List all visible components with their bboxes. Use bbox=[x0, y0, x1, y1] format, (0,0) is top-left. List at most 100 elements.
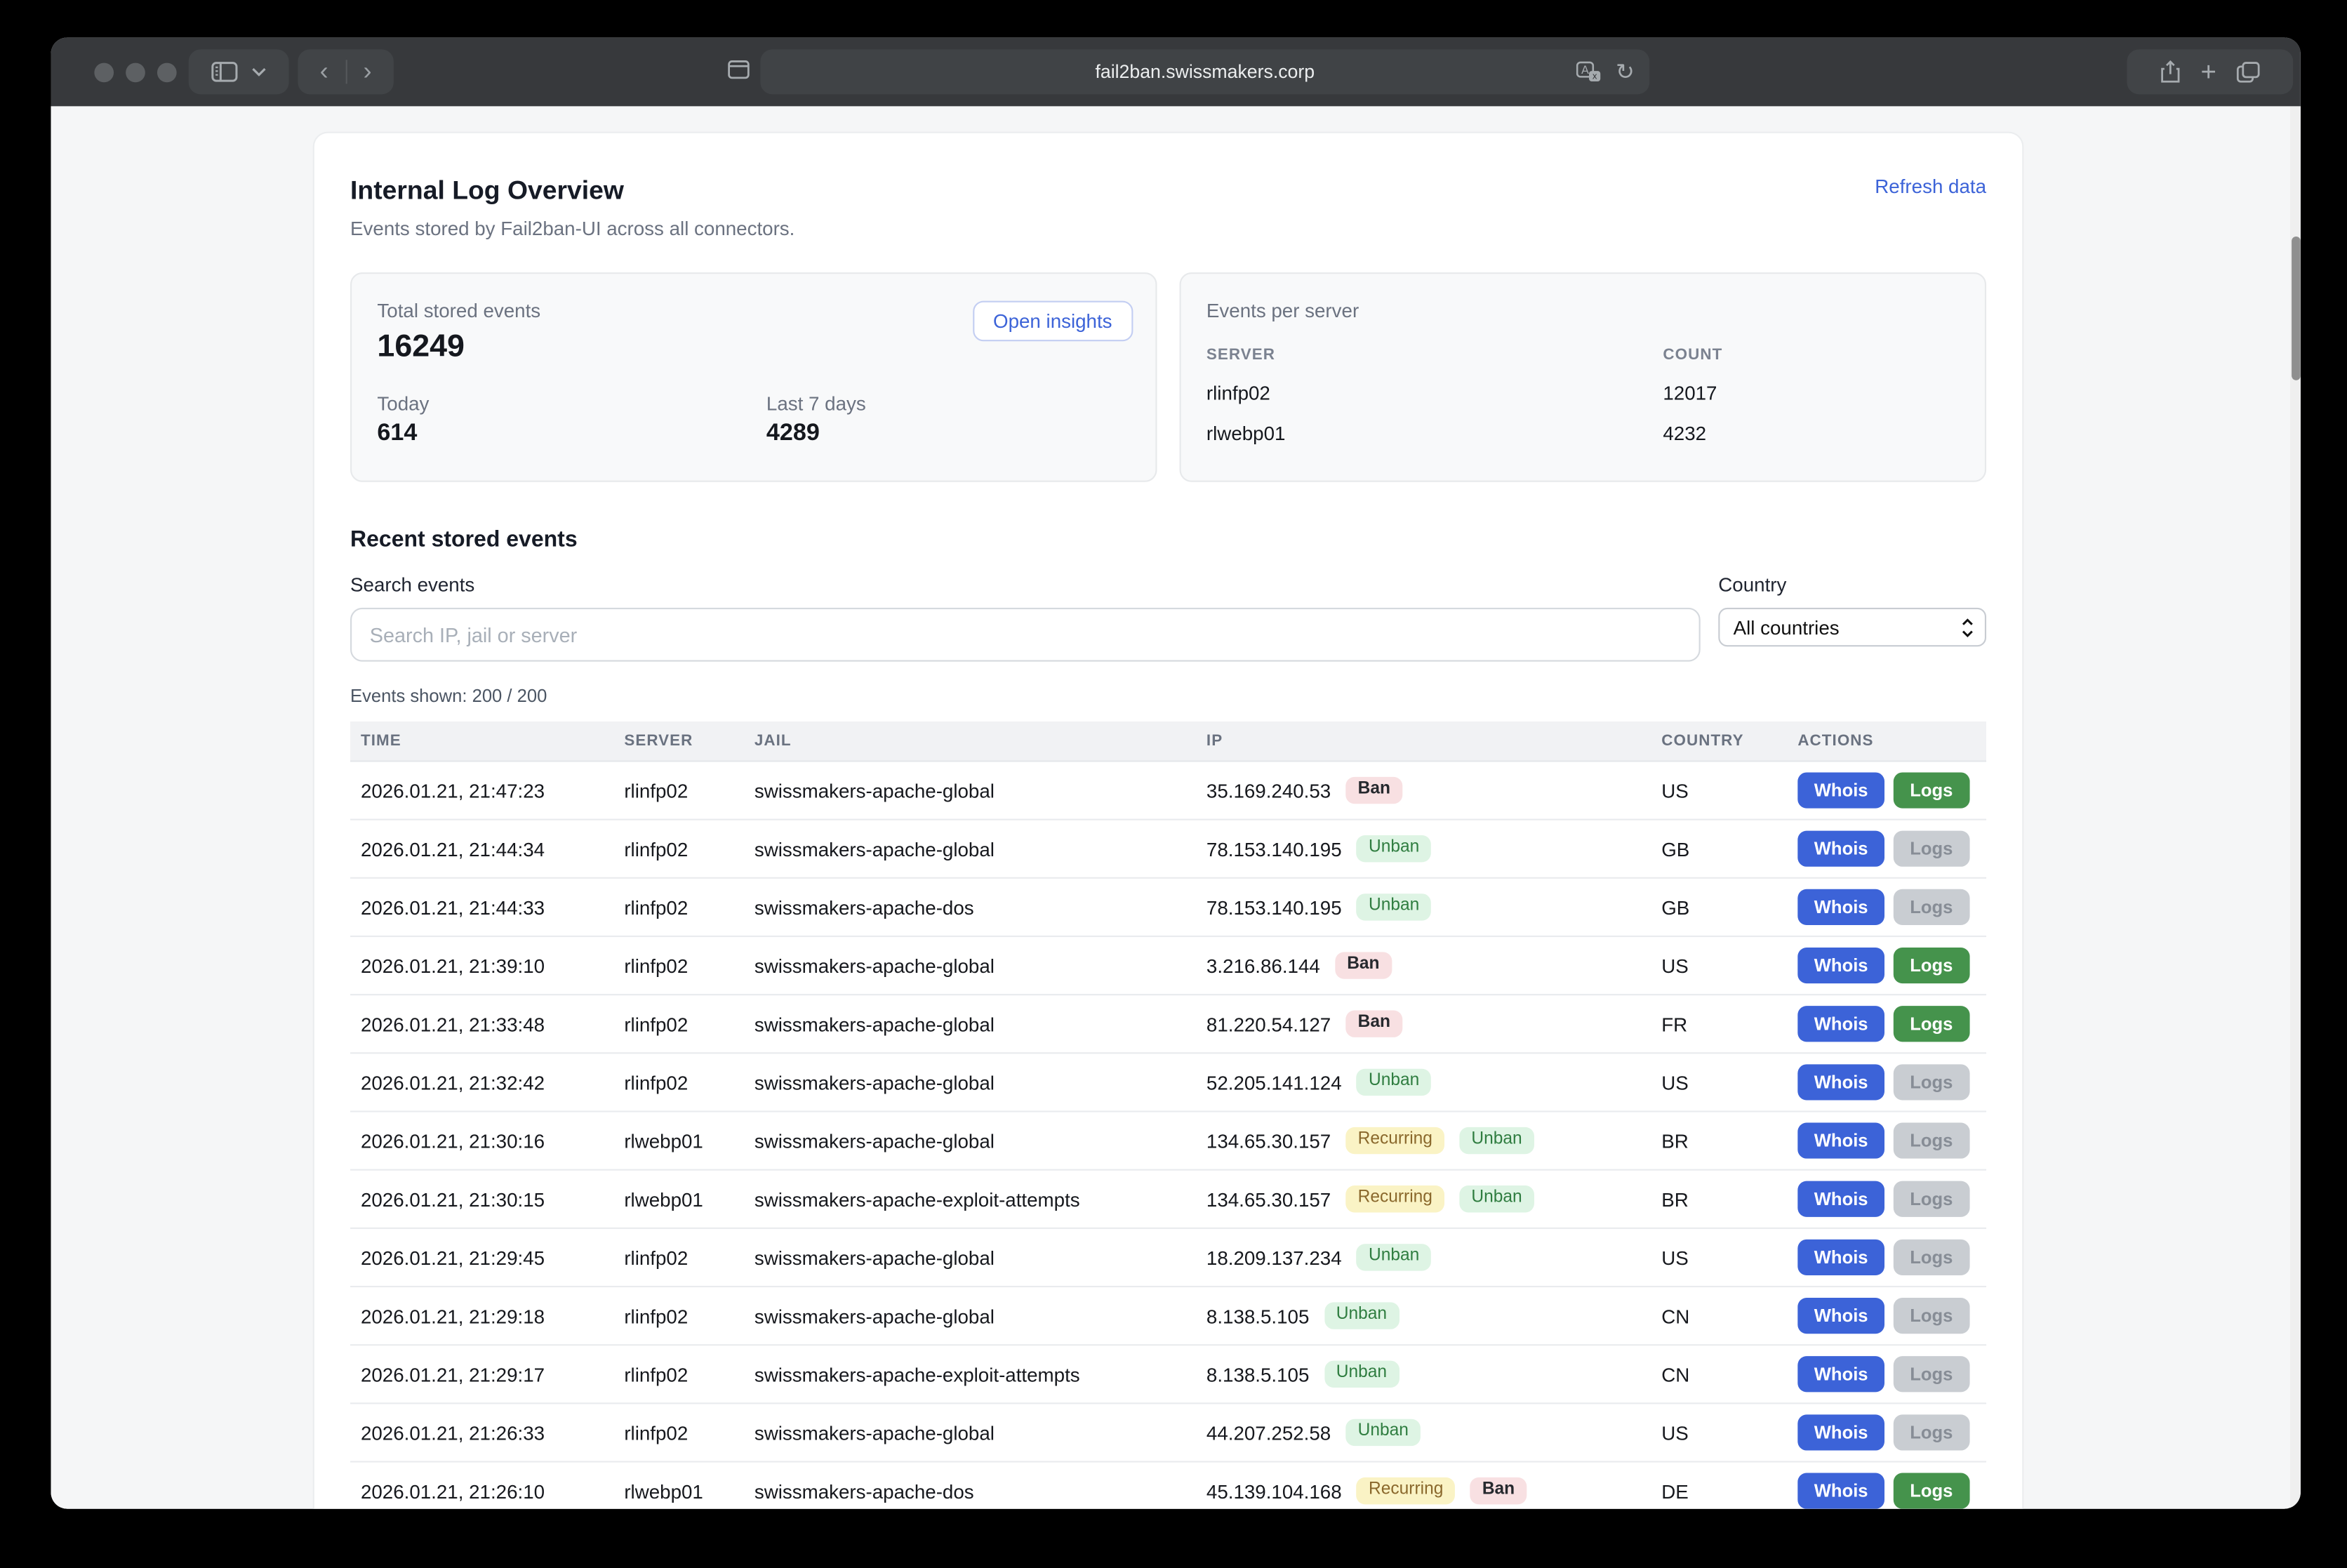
browser-toolbar: ‹ › fail2ban.swissmakers.corp A bbox=[51, 37, 2301, 106]
cell-jail: swissmakers-apache-global bbox=[744, 1305, 1196, 1327]
eps-count: 12017 bbox=[1663, 382, 1717, 404]
window-actions-group: + bbox=[2127, 49, 2294, 94]
unban-badge: Unban bbox=[1357, 1244, 1431, 1270]
col-country: COUNTRY bbox=[1651, 732, 1787, 750]
reload-icon[interactable]: ↻ bbox=[1616, 60, 1635, 83]
logs-button[interactable]: Logs bbox=[1894, 1473, 1969, 1509]
whois-button[interactable]: Whois bbox=[1797, 830, 1884, 867]
whois-button[interactable]: Whois bbox=[1797, 772, 1884, 809]
logs-button[interactable]: Logs bbox=[1894, 772, 1969, 809]
eps-server: rlwebp01 bbox=[1206, 422, 1663, 444]
page-title: Internal Log Overview bbox=[350, 175, 794, 207]
cell-country: BR bbox=[1651, 1188, 1787, 1210]
new-tab-icon[interactable]: + bbox=[2200, 58, 2216, 85]
logs-button[interactable]: Logs bbox=[1894, 1414, 1969, 1451]
tabs-overview-icon[interactable] bbox=[2236, 60, 2260, 83]
logs-button[interactable]: Logs bbox=[1894, 1239, 1969, 1275]
eps-count: 4232 bbox=[1663, 422, 1706, 444]
cell-jail: swissmakers-apache-global bbox=[744, 1129, 1196, 1152]
logs-button[interactable]: Logs bbox=[1894, 1122, 1969, 1159]
back-button[interactable]: ‹ bbox=[303, 51, 345, 93]
cell-server: rlinfp02 bbox=[613, 1305, 744, 1327]
eps-col-server: SERVER bbox=[1206, 346, 1663, 364]
cell-country: US bbox=[1651, 1421, 1787, 1444]
ip-address: 8.138.5.105 bbox=[1206, 1305, 1309, 1327]
whois-button[interactable]: Whois bbox=[1797, 1181, 1884, 1217]
cell-jail: swissmakers-apache-exploit-attempts bbox=[744, 1188, 1196, 1210]
page-subtitle: Events stored by Fail2ban-UI across all … bbox=[350, 217, 794, 239]
logs-button[interactable]: Logs bbox=[1894, 1181, 1969, 1217]
search-input[interactable] bbox=[350, 608, 1701, 662]
open-insights-button[interactable]: Open insights bbox=[972, 301, 1133, 342]
whois-button[interactable]: Whois bbox=[1797, 1414, 1884, 1451]
ip-address: 78.153.140.195 bbox=[1206, 837, 1342, 860]
page-display-icon[interactable] bbox=[727, 60, 750, 79]
sidebar-toggle-group bbox=[189, 49, 289, 94]
fullscreen-button[interactable] bbox=[157, 62, 177, 82]
whois-button[interactable]: Whois bbox=[1797, 948, 1884, 984]
ip-address: 44.207.252.58 bbox=[1206, 1421, 1331, 1444]
cell-server: rlinfp02 bbox=[613, 1421, 744, 1444]
logs-button[interactable]: Logs bbox=[1894, 1298, 1969, 1334]
col-server: SERVER bbox=[613, 732, 744, 750]
url-bar[interactable]: fail2ban.swissmakers.corp A x ↻ bbox=[760, 49, 1649, 94]
cell-server: rlinfp02 bbox=[613, 1013, 744, 1035]
sidebar-icon[interactable] bbox=[211, 61, 238, 82]
ip-address: 18.209.137.234 bbox=[1206, 1246, 1342, 1268]
logs-button[interactable]: Logs bbox=[1894, 1356, 1969, 1393]
cell-jail: swissmakers-apache-global bbox=[744, 955, 1196, 977]
unban-badge: Unban bbox=[1324, 1303, 1399, 1329]
cell-time: 2026.01.21, 21:44:34 bbox=[350, 837, 613, 860]
whois-button[interactable]: Whois bbox=[1797, 1298, 1884, 1334]
ip-address: 35.169.240.53 bbox=[1206, 779, 1331, 802]
logs-button[interactable]: Logs bbox=[1894, 948, 1969, 984]
traffic-lights bbox=[94, 62, 176, 82]
unban-badge: Unban bbox=[1357, 894, 1431, 920]
nav-buttons-group: ‹ › bbox=[298, 49, 393, 94]
minimize-button[interactable] bbox=[126, 62, 145, 82]
cell-country: BR bbox=[1651, 1129, 1787, 1152]
col-actions: ACTIONS bbox=[1787, 732, 1986, 750]
cell-country: US bbox=[1651, 1246, 1787, 1268]
whois-button[interactable]: Whois bbox=[1797, 1356, 1884, 1393]
scrollbar-thumb[interactable] bbox=[2291, 237, 2300, 380]
col-time: TIME bbox=[350, 732, 613, 750]
logs-button[interactable]: Logs bbox=[1894, 889, 1969, 925]
table-row: 2026.01.21, 21:26:10 rlwebp01 swissmaker… bbox=[350, 1463, 1986, 1509]
cell-country: GB bbox=[1651, 896, 1787, 918]
whois-button[interactable]: Whois bbox=[1797, 1122, 1884, 1159]
table-row: 2026.01.21, 21:29:45 rlinfp02 swissmaker… bbox=[350, 1229, 1986, 1287]
country-label: Country bbox=[1718, 573, 1986, 596]
refresh-data-link[interactable]: Refresh data bbox=[1875, 175, 1986, 198]
translate-icon[interactable]: A x bbox=[1577, 61, 1602, 82]
country-select[interactable]: All countries bbox=[1718, 608, 1986, 646]
cell-time: 2026.01.21, 21:29:45 bbox=[350, 1246, 613, 1268]
logs-button[interactable]: Logs bbox=[1894, 1064, 1969, 1101]
cell-time: 2026.01.21, 21:29:18 bbox=[350, 1305, 613, 1327]
cell-server: rlinfp02 bbox=[613, 1071, 744, 1094]
ip-address: 78.153.140.195 bbox=[1206, 896, 1342, 918]
whois-button[interactable]: Whois bbox=[1797, 1064, 1884, 1101]
ban-badge: Ban bbox=[1346, 1011, 1402, 1037]
table-row: 2026.01.21, 21:44:34 rlinfp02 swissmaker… bbox=[350, 820, 1986, 879]
last7-value: 4289 bbox=[766, 420, 866, 447]
cell-server: rlwebp01 bbox=[613, 1480, 744, 1502]
total-events-card: Total stored events 16249 Open insights … bbox=[350, 272, 1157, 482]
close-button[interactable] bbox=[94, 62, 114, 82]
forward-button[interactable]: › bbox=[347, 51, 389, 93]
browser-window: ‹ › fail2ban.swissmakers.corp A bbox=[51, 37, 2301, 1508]
cell-time: 2026.01.21, 21:39:10 bbox=[350, 955, 613, 977]
table-row: 2026.01.21, 21:30:15 rlwebp01 swissmaker… bbox=[350, 1171, 1986, 1229]
scrollbar-track[interactable] bbox=[2290, 106, 2301, 1508]
logs-button[interactable]: Logs bbox=[1894, 1006, 1969, 1042]
logs-button[interactable]: Logs bbox=[1894, 830, 1969, 867]
whois-button[interactable]: Whois bbox=[1797, 889, 1884, 925]
unban-badge: Unban bbox=[1357, 836, 1431, 862]
whois-button[interactable]: Whois bbox=[1797, 1006, 1884, 1042]
share-icon[interactable] bbox=[2160, 60, 2181, 84]
whois-button[interactable]: Whois bbox=[1797, 1473, 1884, 1509]
cell-server: rlinfp02 bbox=[613, 779, 744, 802]
ip-address: 81.220.54.127 bbox=[1206, 1013, 1331, 1035]
chevron-down-icon[interactable] bbox=[251, 67, 266, 77]
whois-button[interactable]: Whois bbox=[1797, 1239, 1884, 1275]
